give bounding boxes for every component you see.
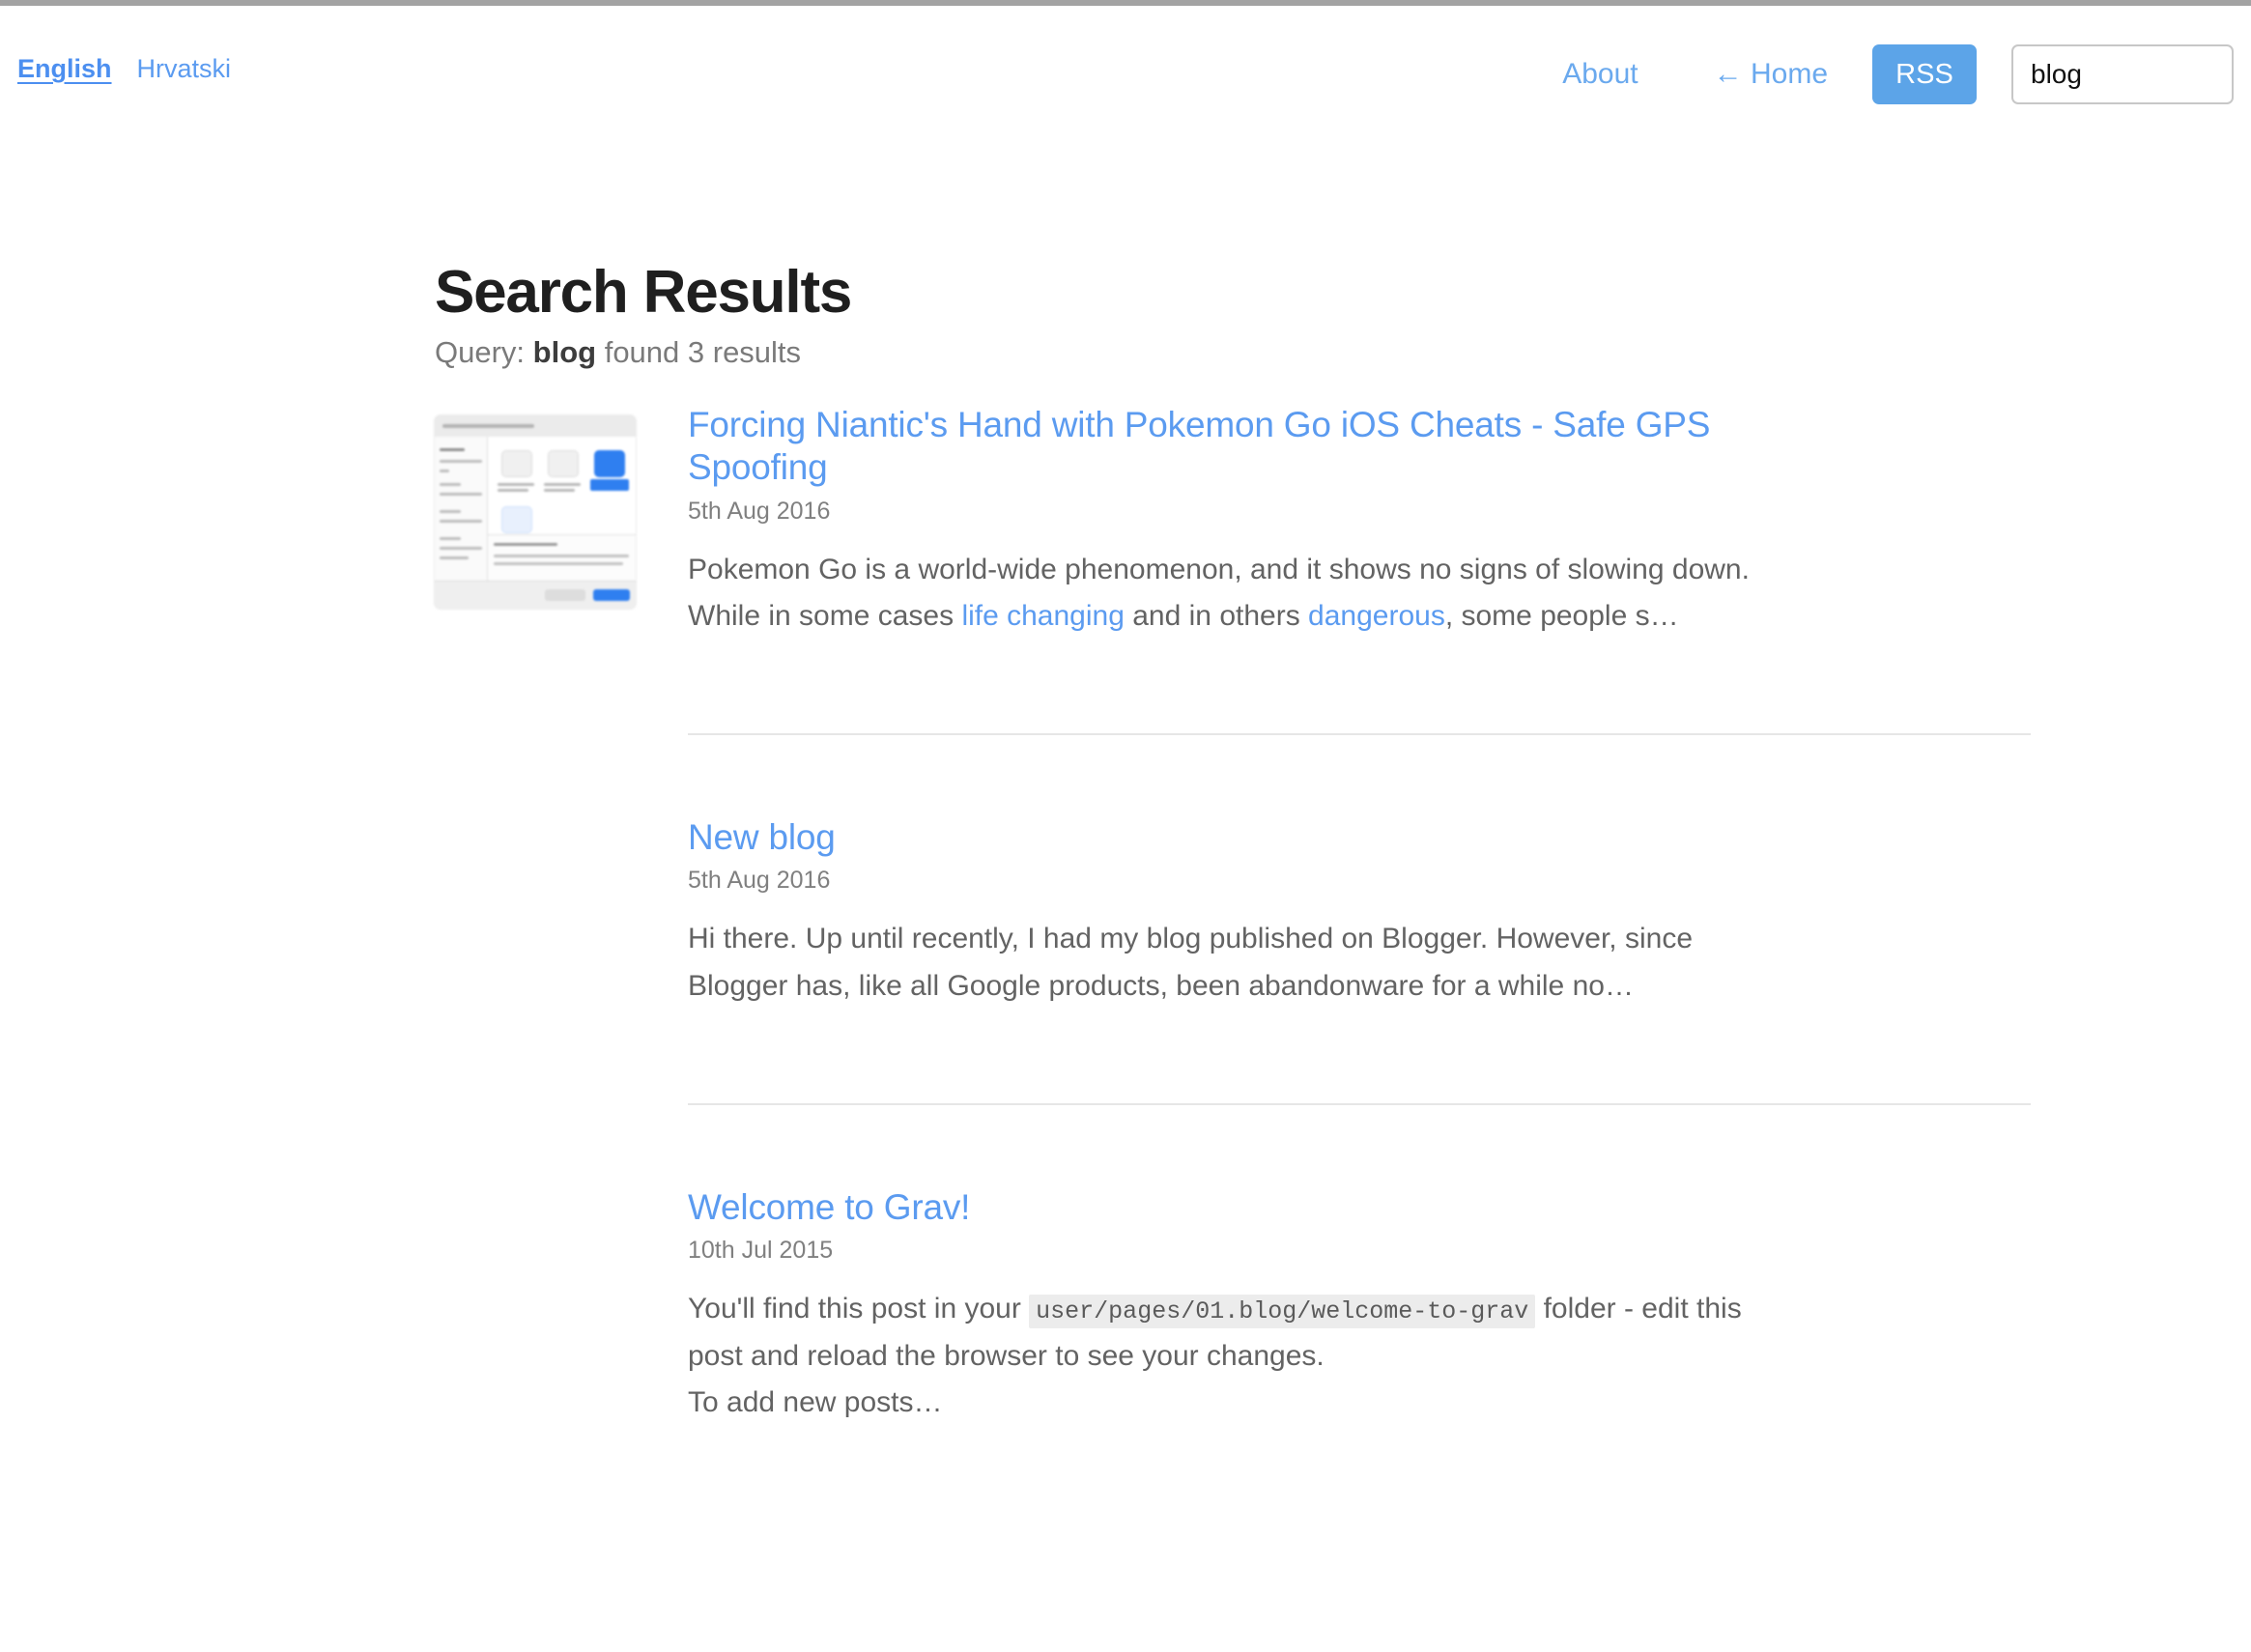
search-result-item: Forcing Niantic's Hand with Pokemon Go i… — [0, 398, 2251, 735]
result-date: 10th Jul 2015 — [688, 1236, 834, 1264]
result-excerpt: You'll find this post in your user/pages… — [688, 1286, 1778, 1427]
result-title-link[interactable]: New blog — [688, 816, 1778, 859]
search-result-item: Welcome to Grav! 10th Jul 2015 You'll fi… — [0, 1105, 2251, 1456]
result-date: 5th Aug 2016 — [688, 497, 831, 525]
excerpt-text: and in others — [1124, 600, 1309, 633]
language-switcher: English Hrvatski — [17, 54, 231, 84]
result-text-column: New blog 5th Aug 2016 Hi there. Up until… — [688, 816, 1778, 1040]
search-form — [2011, 44, 2234, 104]
result-title-link[interactable]: Forcing Niantic's Hand with Pokemon Go i… — [688, 404, 1778, 490]
excerpt-inline-code: user/pages/01.blog/welcome-to-grav — [1029, 1294, 1536, 1328]
query-prefix: Query: — [435, 335, 526, 369]
language-link-hrvatski[interactable]: Hrvatski — [137, 54, 232, 84]
rss-button[interactable]: RSS — [1872, 44, 1977, 104]
language-link-english[interactable]: English — [17, 54, 112, 84]
result-thumbnail-column-empty — [435, 816, 688, 829]
excerpt-text: , some people s… — [1444, 600, 1679, 633]
site-header: English Hrvatski About ← Home RSS — [0, 6, 2251, 112]
nav-link-about[interactable]: About — [1562, 60, 1638, 89]
result-thumbnail-column-empty — [435, 1186, 688, 1199]
excerpt-text: Hi there. Up until recently, I had my bl… — [688, 923, 1694, 1002]
query-term: blog — [532, 335, 597, 369]
main-navigation: About ← Home RSS — [1562, 44, 2251, 104]
excerpt-inline-link[interactable]: life changing — [961, 600, 1124, 632]
result-title-link[interactable]: Welcome to Grav! — [688, 1186, 1778, 1229]
result-thumbnail[interactable] — [435, 415, 636, 609]
search-result-item: New blog 5th Aug 2016 Hi there. Up until… — [0, 735, 2251, 1105]
result-text-column: Forcing Niantic's Hand with Pokemon Go i… — [688, 404, 1778, 669]
result-excerpt: Hi there. Up until recently, I had my bl… — [688, 916, 1778, 1010]
search-input[interactable] — [2011, 44, 2234, 104]
excerpt-text: To add new posts… — [688, 1386, 943, 1419]
result-excerpt: Pokemon Go is a world-wide phenomenon, a… — [688, 547, 1778, 641]
result-date: 5th Aug 2016 — [688, 867, 831, 895]
query-summary: Query: blog found 3 results — [435, 337, 801, 367]
result-thumbnail-column — [435, 404, 688, 609]
result-text-column: Welcome to Grav! 10th Jul 2015 You'll fi… — [688, 1186, 1778, 1456]
page-title: Search Results — [435, 259, 852, 326]
excerpt-inline-link[interactable]: dangerous — [1308, 600, 1445, 632]
query-suffix: found 3 results — [604, 335, 802, 369]
nav-link-home[interactable]: ← Home — [1714, 60, 1828, 89]
search-results-list: Forcing Niantic's Hand with Pokemon Go i… — [0, 398, 2251, 1456]
excerpt-text: You'll find this post in your — [688, 1292, 1030, 1324]
